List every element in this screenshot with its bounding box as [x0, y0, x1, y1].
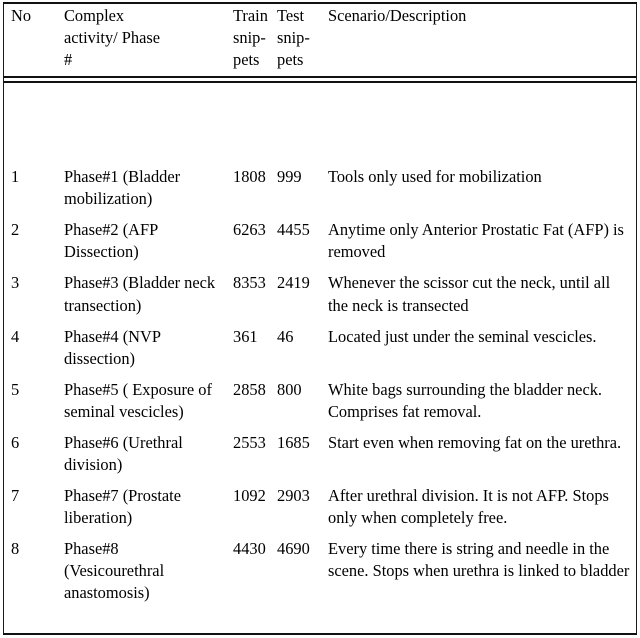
- column-header-scenario-description: Scenario/Description: [321, 0, 640, 71]
- cell-no: 6: [11, 432, 20, 452]
- cell-test: 46: [277, 326, 294, 346]
- column-header-train-line1: Train: [233, 6, 268, 25]
- header-rule-spacer: [0, 71, 640, 154]
- cell-description: Anytime only Anterior Prostatic Fat (AFP…: [328, 220, 624, 262]
- cell-no: 5: [11, 379, 20, 399]
- column-header-no: No: [0, 0, 53, 71]
- cell-activity: Phase#8 (Vesicourethral anastomosis): [64, 539, 165, 603]
- cell-train: 2553: [233, 432, 266, 452]
- column-header-activity-line2: activity/ Phase: [64, 28, 161, 48]
- cell-activity: Phase#2 (AFP Dissection): [64, 220, 158, 262]
- table-header: No Complex activity/ Phase # Train snip-…: [0, 0, 640, 154]
- cell-activity: Phase#3 (Bladder neck transection): [64, 273, 216, 315]
- table-bottom-rule: [3, 633, 637, 635]
- column-header-train-line3: pets: [233, 50, 260, 70]
- cell-no: 8: [11, 539, 20, 559]
- column-header-activity-line1: Complex: [64, 6, 125, 25]
- table-row: 2 Phase#2 (AFP Dissection) 6263 4455 Any…: [0, 210, 640, 263]
- cell-train: 361: [233, 326, 258, 346]
- column-header-no-line1: No: [11, 6, 32, 25]
- cell-no: 2: [11, 220, 20, 240]
- column-header-train-line2: snip-: [233, 28, 266, 48]
- cell-train: 8353: [233, 273, 266, 293]
- column-header-desc-line1: Scenario/Description: [328, 6, 467, 25]
- table-container: No Complex activity/ Phase # Train snip-…: [0, 0, 640, 638]
- cell-test: 4455: [277, 220, 310, 240]
- cell-description: Located just under the seminal vescicles…: [328, 326, 597, 346]
- phase-statistics-table: No Complex activity/ Phase # Train snip-…: [0, 0, 640, 604]
- cell-no: 4: [11, 326, 20, 346]
- cell-train: 6263: [233, 220, 266, 240]
- cell-no: 3: [11, 273, 20, 293]
- cell-description: White bags surrounding the bladder neck.…: [328, 379, 603, 421]
- cell-description: Start even when removing fat on the uret…: [328, 432, 622, 452]
- table-header-row: No Complex activity/ Phase # Train snip-…: [0, 0, 640, 71]
- cell-activity: Phase#6 (Urethral division): [64, 432, 183, 474]
- cell-train: 2858: [233, 379, 266, 399]
- table-row: 8 Phase#8 (Vesicourethral anastomosis) 4…: [0, 529, 640, 604]
- cell-activity: Phase#4 (NVP dissection): [64, 326, 161, 368]
- cell-description: Tools only used for mobilization: [328, 167, 542, 187]
- cell-description: Every time there is string and needle in…: [328, 539, 630, 581]
- cell-activity: Phase#7 (Prostate liberation): [64, 485, 181, 527]
- table-row: 5 Phase#5 ( Exposure of seminal vescicle…: [0, 370, 640, 423]
- cell-test: 2903: [277, 485, 310, 505]
- cell-description: After urethral division. It is not AFP. …: [328, 485, 609, 527]
- cell-activity: Phase#5 ( Exposure of seminal vescicles): [64, 379, 212, 421]
- cell-test: 999: [277, 167, 302, 187]
- cell-no: 1: [11, 167, 20, 187]
- column-header-activity-line3: #: [64, 50, 73, 70]
- table-row: 7 Phase#7 (Prostate liberation) 1092 290…: [0, 476, 640, 529]
- column-header-test-line2: snip-: [277, 28, 310, 48]
- cell-test: 2419: [277, 273, 310, 293]
- header-rule-spacer-cell: [0, 71, 640, 154]
- table-row: 1 Phase#1 (Bladder mobilization) 1808 99…: [0, 154, 640, 210]
- cell-train: 1092: [233, 485, 266, 505]
- table-row: 6 Phase#6 (Urethral division) 2553 1685 …: [0, 423, 640, 476]
- cell-test: 800: [277, 379, 302, 399]
- column-header-activity: Complex activity/ Phase #: [53, 0, 229, 71]
- cell-test: 1685: [277, 432, 310, 452]
- column-header-train-snippets: Train snip- pets: [229, 0, 273, 71]
- cell-test: 4690: [277, 539, 310, 559]
- table-body: 1 Phase#1 (Bladder mobilization) 1808 99…: [0, 154, 640, 604]
- cell-description: Whenever the scissor cut the neck, until…: [328, 273, 611, 315]
- table-row: 4 Phase#4 (NVP dissection) 361 46 Locate…: [0, 317, 640, 370]
- column-header-test-line3: pets: [277, 50, 304, 70]
- cell-train: 4430: [233, 539, 266, 559]
- cell-train: 1808: [233, 167, 266, 187]
- cell-activity: Phase#1 (Bladder mobilization): [64, 167, 181, 209]
- table-row: 3 Phase#3 (Bladder neck transection) 835…: [0, 263, 640, 316]
- column-header-test-line1: Test: [277, 6, 305, 25]
- column-header-test-snippets: Test snip- pets: [273, 0, 321, 71]
- cell-no: 7: [11, 485, 20, 505]
